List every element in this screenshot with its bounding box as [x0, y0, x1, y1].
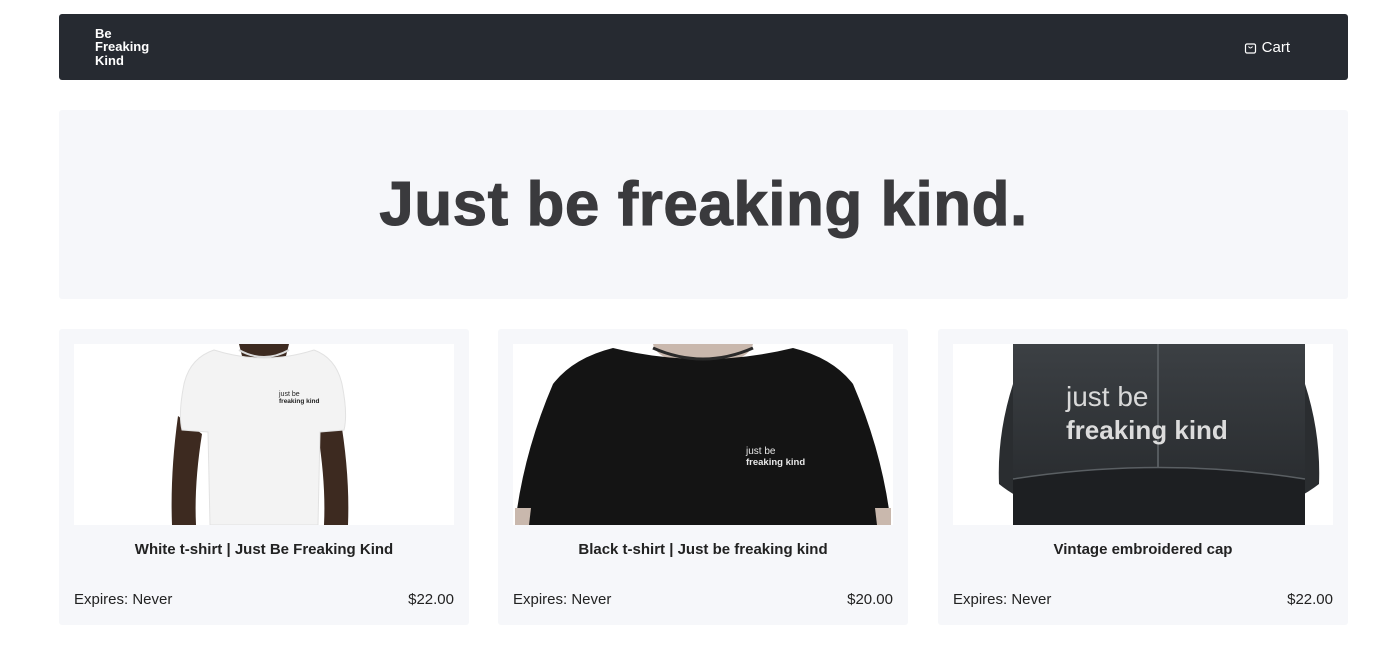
- cart-button[interactable]: Cart: [1244, 39, 1290, 56]
- print-text-line2: freaking kind: [279, 398, 319, 405]
- hero-headline: Just be freaking kind.: [379, 170, 1028, 240]
- product-price: $20.00: [847, 591, 893, 608]
- logo-line-be: Be: [95, 25, 112, 41]
- brand-logo[interactable]: Be Freaking Kind: [95, 27, 149, 68]
- product-expires: Expires: Never: [513, 591, 612, 608]
- print-text-line2: freaking kind: [746, 457, 805, 468]
- product-image-white-tshirt[interactable]: just be freaking kind: [74, 344, 454, 525]
- product-card-white-tshirt[interactable]: just be freaking kind White t-shirt | Ju…: [59, 329, 469, 625]
- embroidery-text-line1: just be: [1065, 381, 1149, 412]
- product-card-black-tshirt[interactable]: just be freaking kind Black t-shirt | Ju…: [498, 329, 908, 625]
- cart-label: Cart: [1261, 38, 1290, 56]
- shopping-bag-icon: [1244, 41, 1257, 54]
- product-expires: Expires: Never: [74, 591, 173, 608]
- product-title[interactable]: Black t-shirt | Just be freaking kind: [498, 541, 908, 558]
- product-title[interactable]: Vintage embroidered cap: [938, 541, 1348, 558]
- logo-line-freaking: Freaking: [95, 39, 150, 55]
- print-text-line1: just be: [745, 446, 776, 457]
- hero-banner: Just be freaking kind.: [59, 110, 1348, 299]
- product-price: $22.00: [1287, 591, 1333, 608]
- logo-line-kind: Kind: [95, 52, 124, 68]
- print-text-line1: just be: [278, 391, 300, 398]
- embroidery-text-line2: freaking kind: [1066, 415, 1228, 445]
- product-image-black-tshirt[interactable]: just be freaking kind: [513, 344, 893, 525]
- top-navbar: Be Freaking Kind Cart: [59, 14, 1348, 80]
- product-image-vintage-cap[interactable]: just be freaking kind: [953, 344, 1333, 525]
- product-price: $22.00: [408, 591, 454, 608]
- product-expires: Expires: Never: [953, 591, 1052, 608]
- product-title[interactable]: White t-shirt | Just Be Freaking Kind: [59, 541, 469, 558]
- product-card-vintage-cap[interactable]: just be freaking kind Vintage embroidere…: [938, 329, 1348, 625]
